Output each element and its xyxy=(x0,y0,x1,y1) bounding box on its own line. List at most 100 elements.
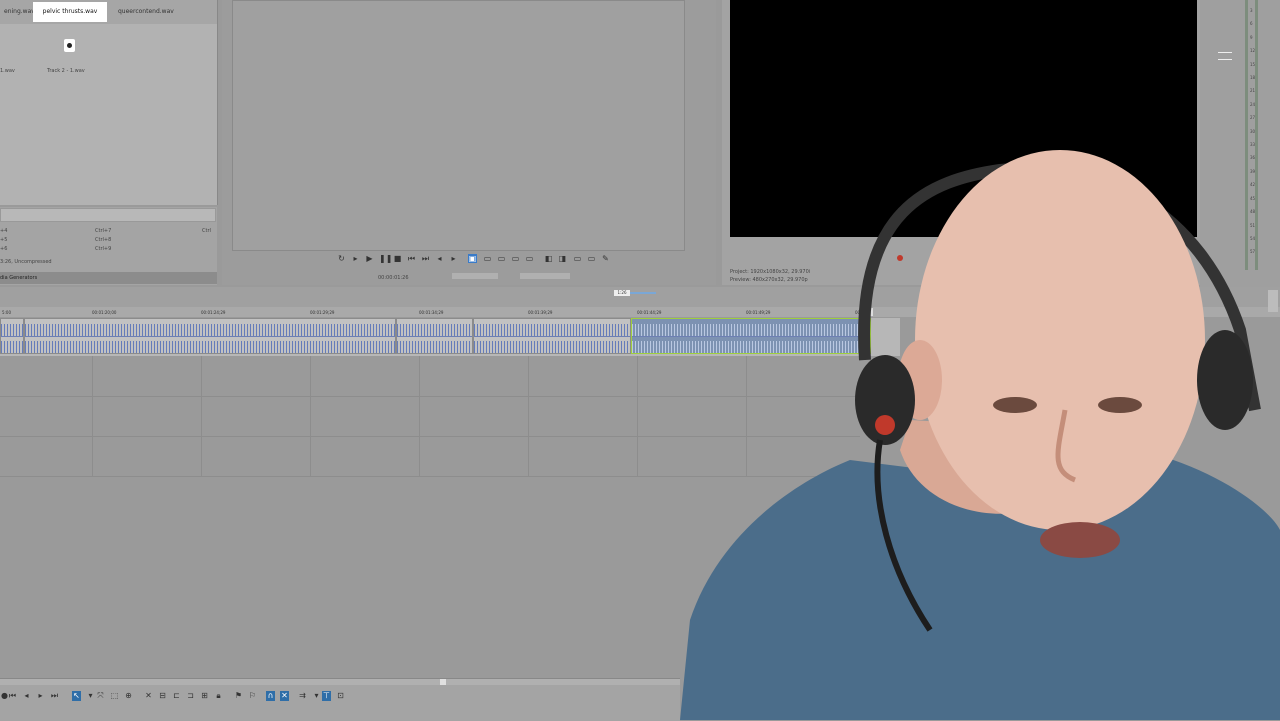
mouth xyxy=(1040,522,1120,558)
trim-start-icon[interactable]: ⊏ xyxy=(172,691,181,701)
trimmer-mode-icon[interactable]: ▣ xyxy=(468,254,477,263)
ruler-tick: 00:01:20;00 xyxy=(92,310,117,315)
ruler-tick: 00:01:39;29 xyxy=(528,310,553,315)
audio-clip[interactable] xyxy=(24,318,396,354)
file-item-1[interactable]: 1.wav xyxy=(0,68,15,74)
lock-envelopes-icon[interactable]: ⊤ xyxy=(322,691,331,701)
region-icon[interactable]: ⚐ xyxy=(248,691,257,701)
tab-queercontend-wav[interactable]: queercontend.wav xyxy=(114,2,178,22)
meter-label: 15 xyxy=(1250,61,1256,67)
cursor-marker[interactable]: 1:26 xyxy=(614,290,630,296)
audio-clip[interactable] xyxy=(396,318,473,354)
selection-tool-icon[interactable]: ⬚ xyxy=(110,691,119,701)
shortcut-1: Ctrl+7 xyxy=(95,228,112,234)
headset-accent xyxy=(875,415,895,435)
ruler-tick: 00:01:24;29 xyxy=(201,310,226,315)
previous-frame-icon[interactable]: ◂ xyxy=(435,254,444,263)
shortcut-3: Ctrl+9 xyxy=(95,246,112,252)
tab-media-generators[interactable]: dia Generators xyxy=(0,272,217,284)
mark-in-icon[interactable]: ◧ xyxy=(544,254,553,263)
ruler-tick: 5:00 xyxy=(2,310,11,315)
audio-clip[interactable] xyxy=(473,318,631,354)
trimmer-position: 00:00:01:26 xyxy=(378,275,409,281)
format-info: 3:26, Uncompressed xyxy=(0,259,52,265)
ruler-tick: 00:01:34;29 xyxy=(419,310,444,315)
mark-out-icon[interactable]: ◨ xyxy=(558,254,567,263)
go-to-start-icon[interactable]: ⏮ xyxy=(8,691,17,701)
lock-icon[interactable]: 🔒︎ xyxy=(214,691,223,701)
grid-line xyxy=(419,356,420,476)
fader-handle[interactable] xyxy=(1218,52,1232,60)
trimmer-scrollbar[interactable] xyxy=(452,273,498,279)
meter-label: 30 xyxy=(1250,128,1256,134)
horizontal-scrollbar[interactable] xyxy=(0,679,680,685)
zoom-tool-icon[interactable]: ⊕ xyxy=(124,691,133,701)
file-item-track2[interactable]: Track 2 - 1.wav xyxy=(47,68,85,74)
overwrite-icon[interactable]: ▭ xyxy=(511,254,520,263)
insert-icon[interactable]: ▭ xyxy=(497,254,506,263)
meter-label: 21 xyxy=(1250,88,1256,94)
trim-icon[interactable]: ⊟ xyxy=(158,691,167,701)
trimmer-view xyxy=(232,0,685,251)
auto-crossfade-icon[interactable]: ✕ xyxy=(280,691,289,701)
go-to-end-icon[interactable]: ⏭ xyxy=(421,254,430,263)
webcam-overlay xyxy=(680,150,1280,720)
timecode: 00:00:01:26 xyxy=(378,275,409,281)
shortcut-key-3: +6 xyxy=(0,246,8,252)
pause-icon[interactable]: ❚❚ xyxy=(379,254,392,263)
meter-label: 12 xyxy=(1250,48,1256,54)
next-frame-icon[interactable]: ▸ xyxy=(36,691,45,701)
left-eye xyxy=(993,397,1037,413)
go-to-start-icon[interactable]: ⏮ xyxy=(407,254,416,263)
loop-icon[interactable]: ↻ xyxy=(337,254,346,263)
tool-dropdown-icon[interactable]: ▾ xyxy=(86,691,95,701)
meter-label: 9 xyxy=(1250,34,1253,40)
next-frame-icon[interactable]: ▸ xyxy=(449,254,458,263)
grid-line xyxy=(528,356,529,476)
play-icon[interactable]: ▶ xyxy=(365,254,374,263)
scroll-thumb[interactable] xyxy=(440,679,446,685)
head xyxy=(915,150,1205,530)
grid-line xyxy=(310,356,311,476)
audio-clip[interactable] xyxy=(0,318,24,354)
trimmer-zoom-slider[interactable] xyxy=(520,273,570,279)
meter-label: 6 xyxy=(1250,21,1253,27)
auto-ripple-icon[interactable]: ⇉ xyxy=(298,691,307,701)
search-field[interactable] xyxy=(0,208,216,222)
add-to-timeline-icon[interactable]: ▭ xyxy=(483,254,492,263)
loop-region-bar[interactable] xyxy=(630,292,656,294)
play-from-start-icon[interactable]: ▸ xyxy=(351,254,360,263)
shortcut-mod-1: Ctrl xyxy=(202,228,211,234)
grid-line xyxy=(92,356,93,476)
ripple-dropdown-icon[interactable]: ▾ xyxy=(312,691,321,701)
shortcut-key-2: +5 xyxy=(0,237,8,243)
explorer-panel: ening.wav pelvic thrusts.wav queerconten… xyxy=(0,0,218,205)
ruler-tick: 00:01:44;29 xyxy=(637,310,662,315)
right-eye xyxy=(1098,397,1142,413)
envelope-tool-icon[interactable]: ⤧ xyxy=(96,691,105,701)
delete-icon[interactable]: ✕ xyxy=(144,691,153,701)
go-to-end-icon[interactable]: ⏭ xyxy=(50,691,59,701)
ignore-grouping-icon[interactable]: ⊡ xyxy=(336,691,345,701)
audio-file-icon[interactable] xyxy=(64,39,75,52)
region-icon[interactable]: ▭ xyxy=(573,254,582,263)
trim-end-icon[interactable]: ⊐ xyxy=(186,691,195,701)
shortcut-2: Ctrl+8 xyxy=(95,237,112,243)
shortcut-key-1: +4 xyxy=(0,228,8,234)
meter-label: 27 xyxy=(1250,115,1256,121)
stop-icon[interactable]: ■ xyxy=(393,254,402,263)
normal-edit-tool-icon[interactable]: ↖ xyxy=(72,691,81,701)
split-icon[interactable]: ⊞ xyxy=(200,691,209,701)
tab-pelvic-thrusts-wav[interactable]: pelvic thrusts.wav xyxy=(33,2,107,22)
previous-frame-icon[interactable]: ◂ xyxy=(22,691,31,701)
headset-earcup-right xyxy=(1197,330,1253,430)
grid-line xyxy=(201,356,202,476)
grid-line xyxy=(637,356,638,476)
trim-icon[interactable]: ▭ xyxy=(525,254,534,263)
settings-icon[interactable]: ✎ xyxy=(601,254,610,263)
snapshot-icon[interactable]: ▭ xyxy=(587,254,596,263)
marker-icon[interactable]: ⚑ xyxy=(234,691,243,701)
meter-label: 24 xyxy=(1250,101,1256,107)
snapping-icon[interactable]: ∩ xyxy=(266,691,275,701)
meter-label: 3 xyxy=(1250,8,1253,13)
